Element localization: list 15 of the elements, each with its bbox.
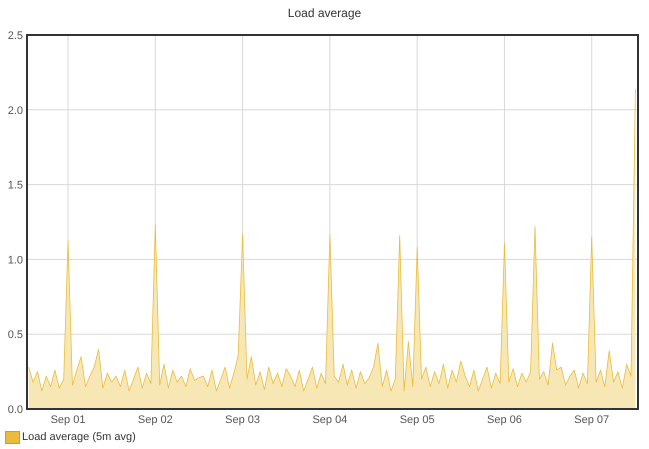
tick-label: 1.5 [8, 180, 23, 192]
tick-label: 0.0 [8, 404, 23, 416]
chart-title: Load average [288, 4, 362, 22]
tick-label: Sep 07 [574, 414, 610, 426]
tick-label: Sep 04 [312, 414, 348, 426]
tick-label: 2.5 [8, 30, 23, 42]
tick-label: 2.0 [8, 104, 23, 117]
tick-label: Sep 03 [225, 414, 260, 426]
tick-label: Sep 05 [400, 414, 435, 426]
tick-label: Sep 01 [50, 414, 86, 426]
tick-label: Sep 02 [138, 414, 173, 426]
tick-label: Sep 06 [487, 414, 522, 426]
tick-label: 1.0 [8, 254, 23, 266]
tick-label: 0.5 [8, 329, 23, 342]
legend-label: Load average (5m avg) [22, 430, 136, 445]
